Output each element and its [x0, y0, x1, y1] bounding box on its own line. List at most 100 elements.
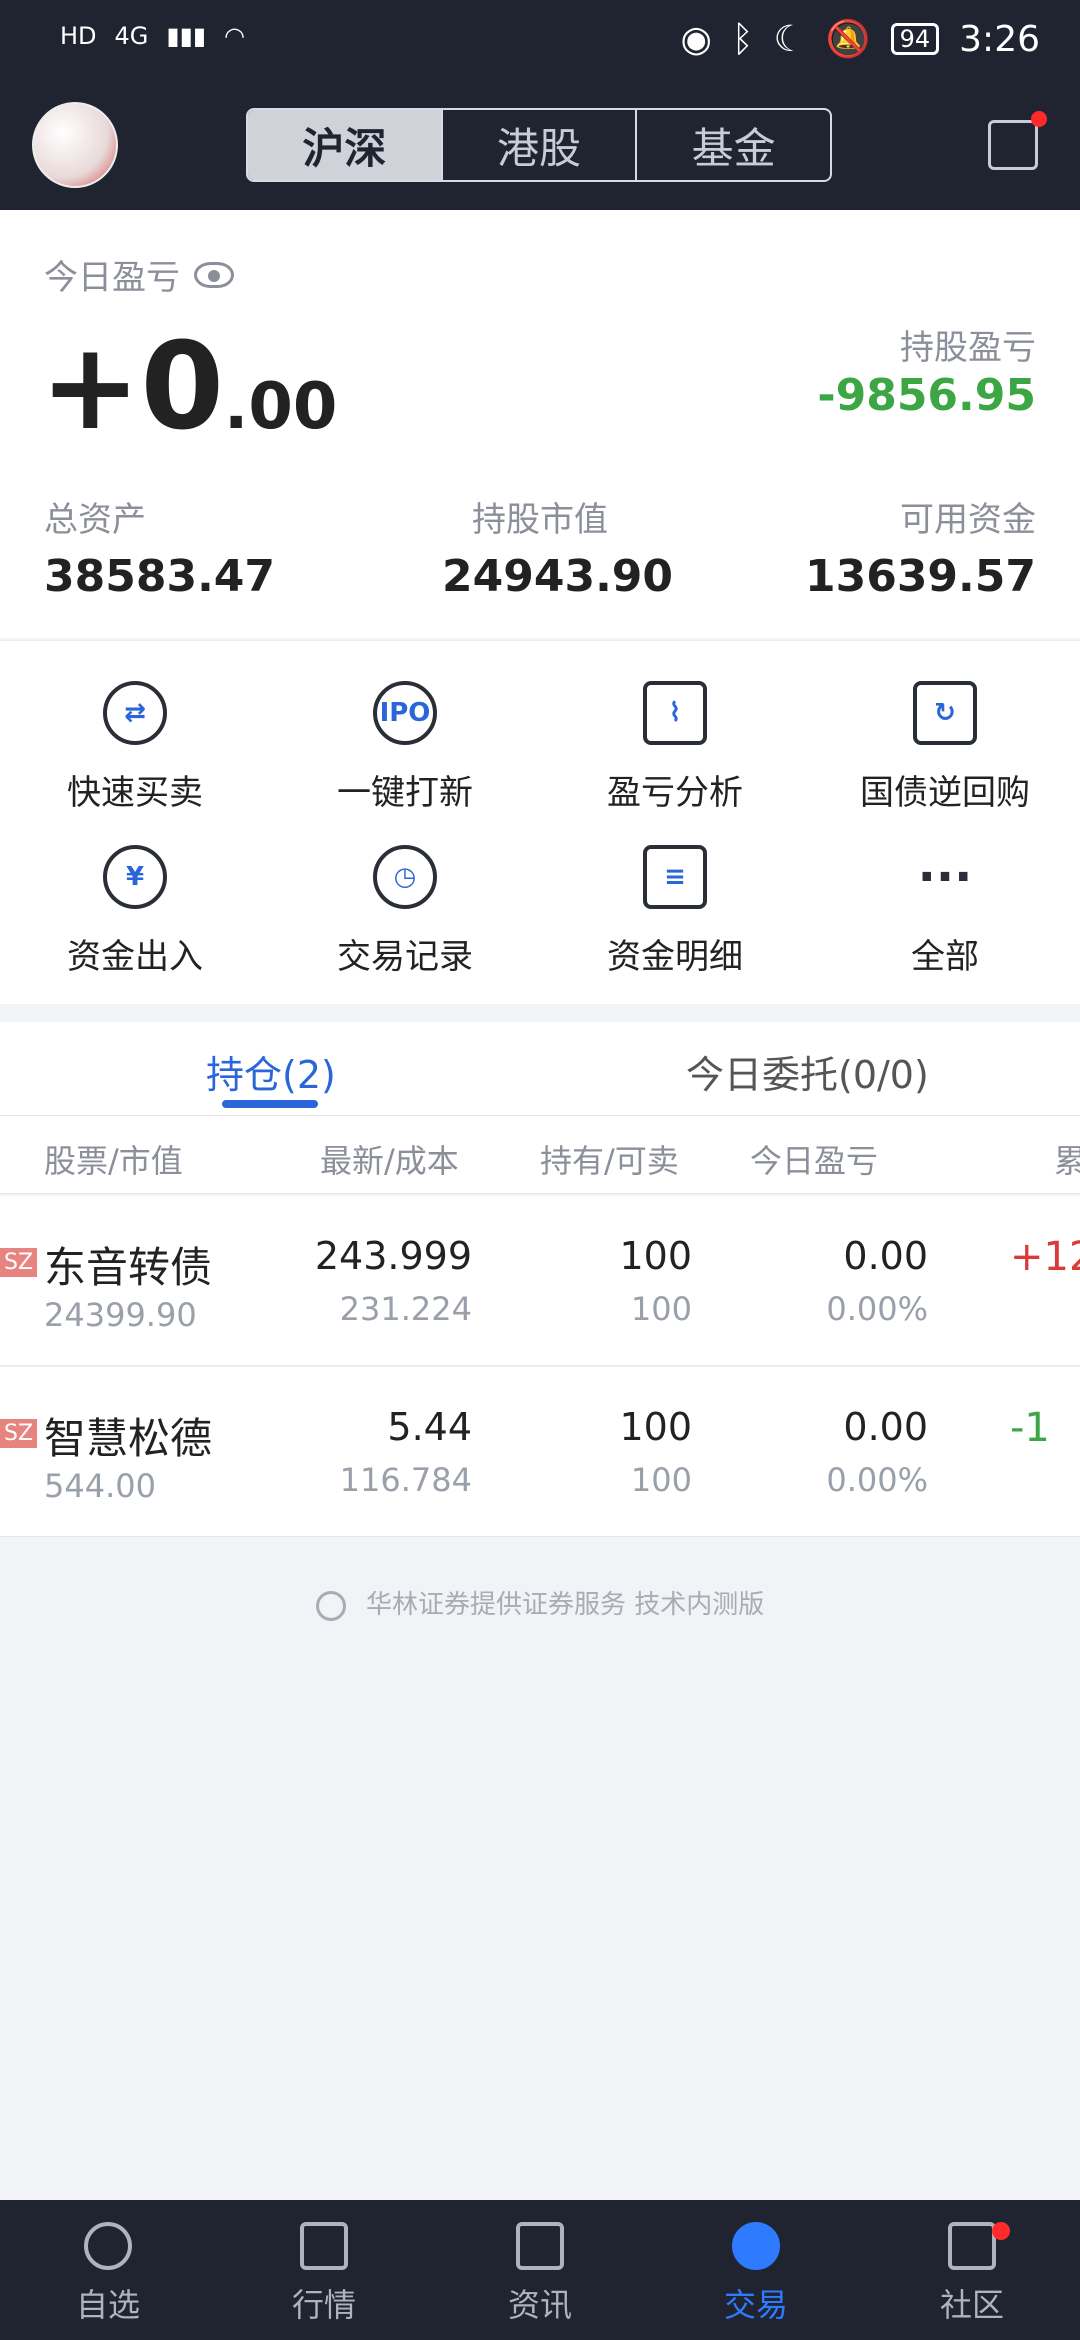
clock: 3:26 — [959, 18, 1040, 60]
clipboard-icon: ≡ — [643, 845, 707, 909]
nav-label: 交易 — [723, 2286, 788, 2324]
trade-icon — [732, 2222, 780, 2270]
moon-icon: ☾ — [773, 18, 806, 60]
col-today-pl: 今日盈亏 — [750, 1142, 879, 1180]
ipo-icon: IPO — [373, 681, 437, 745]
action-all[interactable]: ··· 全部 — [810, 845, 1080, 978]
nav-news[interactable]: 资讯 — [432, 2200, 648, 2340]
hold-qty: 100 — [619, 1405, 692, 1449]
battery-icon: 94 — [890, 23, 940, 55]
latest-cost: 5.44 116.784 — [340, 1367, 472, 1499]
latest-price: 243.999 — [314, 1234, 472, 1278]
action-bond-repo[interactable]: ↻ 国债逆回购 — [810, 681, 1080, 814]
market-value-label: 持股市值 — [472, 500, 608, 540]
market-value-value: 24943.90 — [442, 551, 674, 602]
tab-positions[interactable]: 持仓(2) — [206, 1044, 336, 1099]
action-label: 资金出入 — [67, 937, 203, 977]
broker-note-text: 华林证券提供证券服务 技术内测版 — [366, 1590, 765, 1620]
latest-cost: 243.999 231.224 — [315, 1196, 472, 1328]
table-row[interactable]: SZ 东音转债 24399.90 243.999 231.224 100 100… — [0, 1196, 1080, 1366]
col-latest: 最新/成本 — [320, 1142, 459, 1180]
stock-name: 东音转债 — [44, 1243, 213, 1292]
broker-logo-icon — [315, 1590, 346, 1621]
action-label: 全部 — [911, 937, 979, 977]
transfer-icon: ¥ — [103, 845, 167, 909]
table-row[interactable]: SZ 智慧松德 544.00 5.44 116.784 100 100 0.00… — [0, 1367, 1080, 1537]
action-fund-transfer[interactable]: ¥ 资金出入 — [0, 845, 270, 978]
tab-fund[interactable]: 基金 — [637, 110, 830, 180]
holding-profit-label: 持股盈亏 — [900, 328, 1036, 368]
status-bar: HD 4G ▮▮▮ ◠ ◉ ᛒ ☾ 🔕 94 3:26 — [0, 0, 1080, 80]
col-stock: 股票/市值 — [44, 1142, 183, 1180]
action-trade-history[interactable]: ◷ 交易记录 — [270, 845, 540, 978]
action-pl-analysis[interactable]: ⌇ 盈亏分析 — [540, 681, 810, 814]
available-funds-label: 可用资金 — [900, 500, 1036, 540]
clock-icon: ◷ — [373, 845, 437, 909]
market-badge: SZ — [0, 1248, 38, 1277]
top-header: HD 4G ▮▮▮ ◠ ◉ ᛒ ☾ 🔕 94 3:26 沪深 港股 基金 — [0, 0, 1080, 210]
cumulative-pl: -1 — [1010, 1405, 1050, 1451]
cost-price: 116.784 — [339, 1461, 472, 1499]
nav-watchlist[interactable]: 自选 — [0, 2200, 216, 2340]
action-fund-details[interactable]: ≡ 资金明细 — [540, 845, 810, 978]
total-assets-label: 总资产 — [44, 500, 146, 540]
bar-chart-icon — [300, 2222, 348, 2270]
eye-comfort-icon: ◉ — [680, 18, 712, 60]
today-pl-value: 0.00 — [843, 1234, 928, 1278]
nav-label: 资讯 — [507, 2286, 572, 2324]
chart-icon: ⌇ — [643, 681, 707, 745]
market-segment: 沪深 港股 基金 — [246, 108, 832, 182]
cumulative-pl: +12 — [1010, 1234, 1080, 1280]
cost-price: 231.224 — [339, 1290, 472, 1328]
position-tabs: 持仓(2) 今日委托(0/0) — [0, 1022, 1080, 1116]
action-label: 国债逆回购 — [860, 773, 1030, 813]
nav-community[interactable]: 社区 — [864, 2200, 1080, 2340]
total-assets: 总资产 38583.47 — [44, 492, 275, 602]
avatar[interactable] — [32, 102, 118, 188]
action-ipo[interactable]: IPO 一键打新 — [270, 681, 540, 814]
profit-summary-card: 今日盈亏 +0.00 持股盈亏 -9856.95 总资产 38583.47 持股… — [0, 210, 1080, 638]
quick-actions: ⇄ 快速买卖 IPO 一键打新 ⌇ 盈亏分析 ↻ 国债逆回购 ¥ 资金出入 ◷ … — [0, 640, 1080, 1004]
nav-label: 自选 — [75, 2286, 140, 2324]
hold-sell: 100 100 — [619, 1196, 692, 1328]
today-pl-pct: 0.00% — [826, 1461, 928, 1499]
nav-label: 行情 — [291, 2286, 356, 2324]
today-pl: 0.00 0.00% — [826, 1367, 928, 1499]
action-label: 资金明细 — [607, 937, 743, 977]
action-label: 交易记录 — [337, 937, 473, 977]
hold-qty: 100 — [619, 1234, 692, 1278]
message-icon[interactable] — [988, 111, 1047, 170]
notification-dot — [992, 2222, 1010, 2240]
tab-shsz[interactable]: 沪深 — [248, 110, 443, 180]
action-quick-trade[interactable]: ⇄ 快速买卖 — [0, 681, 270, 814]
broker-note: 华林证券提供证券服务 技术内测版 — [0, 1584, 1080, 1621]
latest-price: 5.44 — [387, 1405, 472, 1449]
network-indicator: 4G — [114, 22, 149, 50]
nav-market[interactable]: 行情 — [216, 2200, 432, 2340]
today-pl-pct: 0.00% — [826, 1290, 928, 1328]
col-hold: 持有/可卖 — [540, 1142, 679, 1180]
trend-icon — [84, 2222, 132, 2270]
today-profit-dec: .00 — [224, 370, 338, 444]
tab-orders[interactable]: 今日委托(0/0) — [686, 1044, 929, 1099]
news-icon — [516, 2222, 564, 2270]
community-icon — [948, 2222, 996, 2270]
today-pl: 0.00 0.00% — [826, 1196, 928, 1328]
today-profit-int: +0 — [40, 318, 225, 457]
mute-icon: 🔕 — [825, 19, 871, 60]
today-pl-value: 0.00 — [843, 1405, 928, 1449]
stock-name: 智慧松德 — [44, 1414, 213, 1463]
nav-trade[interactable]: 交易 — [648, 2200, 864, 2340]
tab-hk[interactable]: 港股 — [443, 110, 638, 180]
exchange-icon: ⇄ — [103, 681, 167, 745]
stock-market-value: 24399.90 — [44, 1296, 197, 1334]
table-header: 股票/市值 最新/成本 持有/可卖 今日盈亏 累 — [0, 1116, 1080, 1194]
action-label: 盈亏分析 — [607, 773, 743, 813]
market-badge: SZ — [0, 1419, 38, 1448]
eye-icon[interactable] — [194, 261, 234, 288]
holding-profit-value: -9856.95 — [817, 370, 1036, 421]
signal-icon: ▮▮▮ — [166, 22, 207, 50]
today-profit-label: 今日盈亏 — [44, 250, 234, 299]
stock-market-value: 544.00 — [44, 1467, 156, 1505]
action-label: 快速买卖 — [67, 773, 203, 813]
